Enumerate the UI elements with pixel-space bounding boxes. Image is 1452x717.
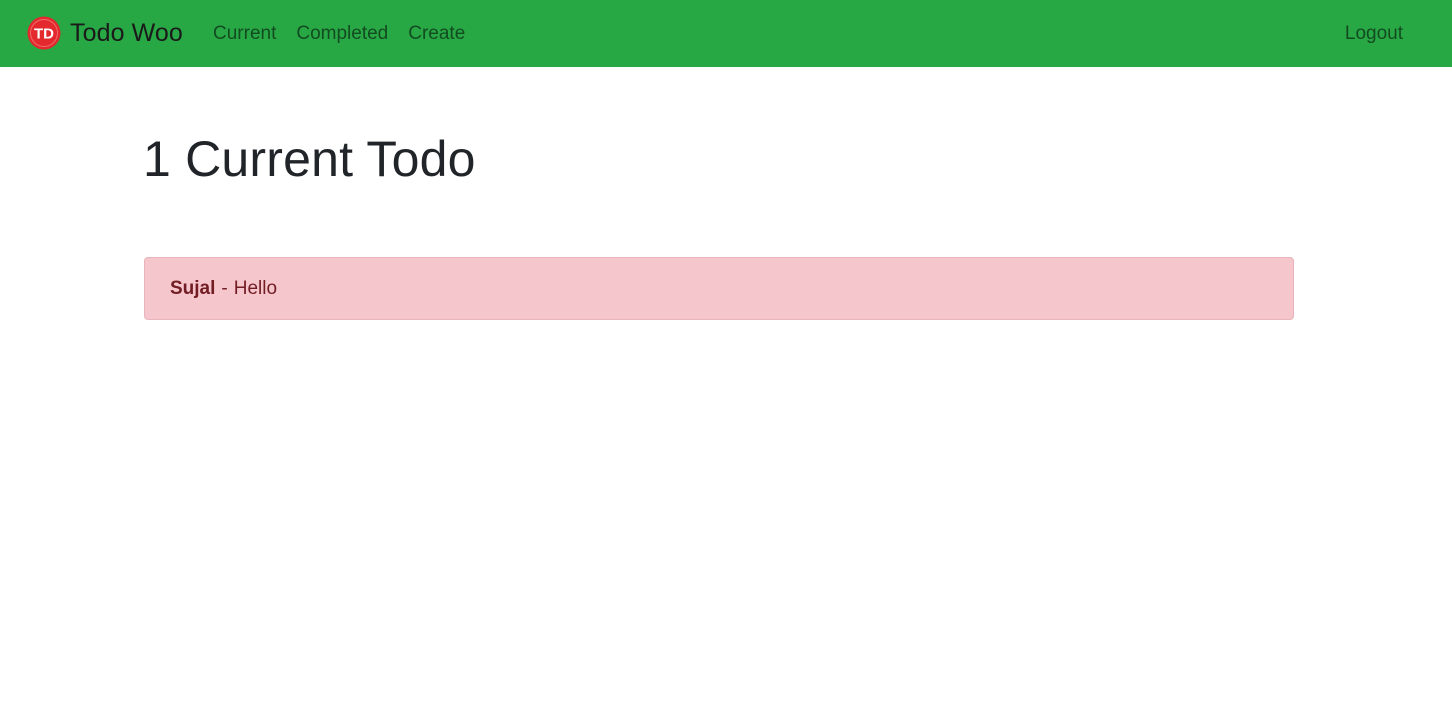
- nav-links: Current Completed Create: [213, 0, 485, 67]
- navbar: TD Todo Woo Current Completed Create Log…: [0, 0, 1452, 67]
- brand-name: Todo Woo: [70, 19, 183, 47]
- todo-memo: Hello: [233, 277, 278, 299]
- todo-woo-logo-icon: TD: [27, 16, 61, 50]
- logo-text: TD: [34, 26, 54, 43]
- nav-right: Logout: [1345, 0, 1403, 67]
- todo-separator: -: [221, 277, 228, 299]
- page-title: 1 Current Todo: [143, 131, 476, 187]
- nav-link-completed[interactable]: Completed: [296, 0, 388, 67]
- todo-title: Sujal: [170, 277, 216, 299]
- nav-link-current[interactable]: Current: [213, 0, 276, 67]
- todo-list-item[interactable]: Sujal - Hello: [144, 257, 1294, 320]
- nav-link-create[interactable]: Create: [408, 0, 465, 67]
- logout-link[interactable]: Logout: [1345, 0, 1403, 67]
- brand-link[interactable]: TD Todo Woo: [27, 16, 183, 50]
